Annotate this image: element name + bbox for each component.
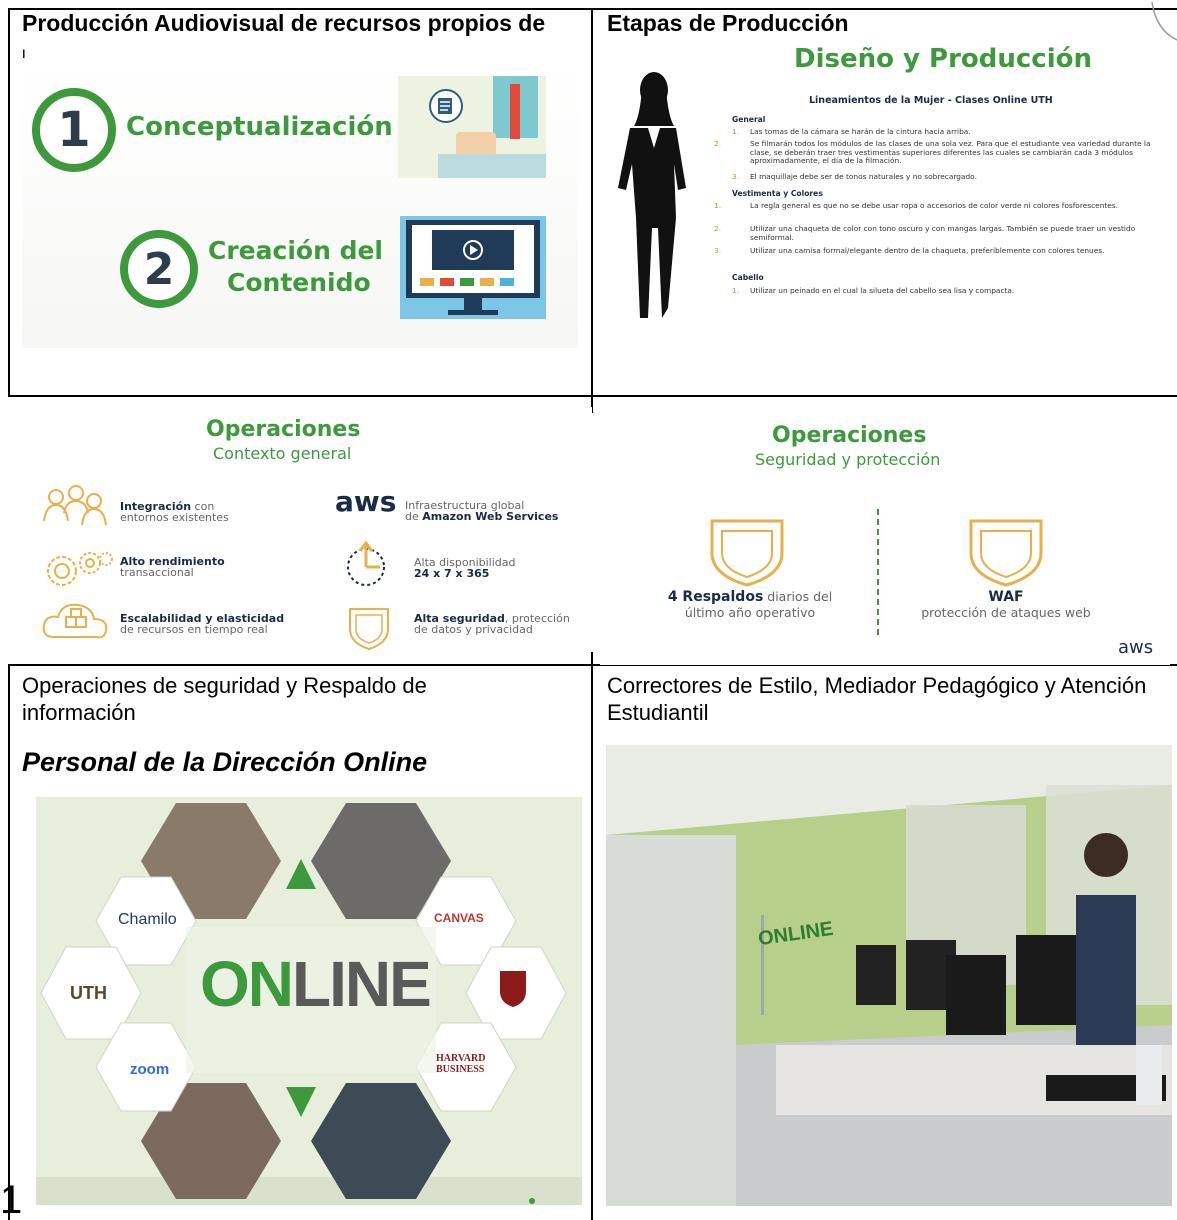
guideline-general-3: 3. El maquillaje debe ser de tonos natura… bbox=[732, 172, 977, 181]
logo-zoom: zoom bbox=[130, 1061, 170, 1078]
page-mark: 1 bbox=[0, 1178, 23, 1220]
logo-uth: UTH bbox=[70, 983, 107, 1003]
section-heading-hair: Cabello bbox=[732, 273, 764, 282]
aws-logo: aws bbox=[335, 485, 397, 518]
corner-arc bbox=[1151, 1, 1177, 41]
backup-label: 4 Respaldos diarios del último año operat… bbox=[667, 589, 833, 620]
feature-integration: Integración con entornos existentes bbox=[120, 500, 229, 524]
feature-aws-infrastructure: Infraestructura global de Amazon Web Serv… bbox=[405, 499, 559, 523]
slide-design-production: Diseño y Producción Lineamientos de la M… bbox=[604, 40, 1170, 325]
step-1-label: Conceptualización bbox=[126, 112, 393, 142]
shield-icon bbox=[349, 608, 389, 651]
design-title: Diseño y Producción bbox=[794, 44, 1092, 74]
aws-logo-small: aws bbox=[1118, 637, 1154, 658]
online-sign-line: LINE bbox=[292, 948, 432, 1020]
cloud-boxes-icon bbox=[42, 603, 108, 639]
photo-office: ONLINE bbox=[606, 745, 1172, 1206]
section-heading-clothing: Vestimenta y Colores bbox=[732, 189, 823, 198]
table-divider-horizontal-1 bbox=[8, 395, 1177, 397]
slide-operations-context: Operaciones Contexto general Integración… bbox=[22, 407, 592, 651]
security-subtitle: Seguridad y protección bbox=[755, 450, 941, 469]
waf-shield-icon bbox=[969, 519, 1043, 587]
table-border-left bbox=[8, 8, 10, 396]
step-2-number: 2 bbox=[143, 243, 175, 295]
caption-security-operations: Operaciones de seguridad y Respaldo de i… bbox=[22, 673, 427, 725]
waf-label: WAF protección de ataques web bbox=[921, 589, 1091, 620]
logo-chamilo: Chamilo bbox=[118, 911, 177, 928]
guideline-general-1: 1. Las tomas de la cámara se harán de la … bbox=[732, 127, 971, 136]
logo-canvas: CANVAS bbox=[434, 911, 484, 925]
video-monitor-illustration bbox=[400, 216, 546, 319]
step-1-number: 1 bbox=[57, 102, 91, 158]
online-sign-on: ON bbox=[200, 948, 294, 1020]
step-1-badge: 1 bbox=[32, 88, 116, 172]
security-title: Operaciones bbox=[772, 423, 927, 448]
section-heading-general: General bbox=[732, 115, 766, 124]
slide-operations-security: Operaciones Seguridad y protección 4 Res… bbox=[600, 413, 1170, 665]
feature-scalability: Escalabilidad y elasticidad de recursos e… bbox=[120, 612, 285, 636]
backup-shield-icon bbox=[710, 519, 784, 587]
cell-title-production: Producción Audiovisual de recursos propi… bbox=[22, 10, 546, 36]
crest-icon bbox=[500, 971, 526, 1007]
step-2-label-line2: Contenido bbox=[227, 268, 371, 297]
typing-illustration bbox=[398, 76, 546, 178]
clock-icon bbox=[347, 540, 385, 586]
online-sign: ONLINE bbox=[200, 947, 432, 1021]
table-divider-vertical-bottom bbox=[591, 652, 593, 1220]
slide-conceptualization: 1 Conceptualización 2 Creación del Conte… bbox=[22, 58, 578, 348]
operations-title: Operaciones bbox=[206, 417, 361, 442]
operations-subtitle: Contexto general bbox=[213, 444, 352, 463]
design-subtitle: Lineamientos de la Mujer - Clases Online… bbox=[809, 95, 1053, 106]
table-divider-vertical-top bbox=[591, 8, 593, 413]
security-divider bbox=[877, 509, 879, 635]
table-border-left-bottom bbox=[8, 664, 10, 1220]
guideline-general-2: 2. Se filmarán todos los módulos de las c… bbox=[714, 139, 1151, 166]
logo-harvard: HARVARD BUSINESS bbox=[436, 1053, 486, 1075]
feature-security: Alta seguridad, protección de datos y pri… bbox=[414, 612, 570, 636]
heading-online-staff: Personal de la Dirección Online bbox=[22, 747, 428, 777]
caption-style-correctors: Correctores de Estilo, Mediador Pedagógi… bbox=[607, 673, 1147, 725]
feature-performance: Alto rendimiento transaccional bbox=[120, 555, 225, 579]
step-2-label-line1: Creación del bbox=[208, 236, 383, 265]
gears-icon bbox=[47, 552, 113, 586]
guideline-clothing-2: 2. Utilizar una chaqueta de color con ton… bbox=[714, 224, 1136, 242]
feature-availability: Alta disponibilidad 24 x 7 x 365 bbox=[414, 556, 516, 580]
cell-title-stages: Etapas de Producción bbox=[607, 10, 849, 36]
people-icon bbox=[43, 485, 107, 526]
guideline-clothing-3: 3. Utilizar una camisa formal/elegante de… bbox=[714, 246, 1105, 255]
photo-online-wall: ONLINE Chamilo CANVAS UTH zoom HARVARD B… bbox=[36, 797, 582, 1205]
guideline-hair-1: 1. Utilizar un peinado en el cual la silu… bbox=[732, 286, 1015, 295]
step-2-badge: 2 bbox=[120, 230, 198, 308]
woman-silhouette-icon bbox=[618, 72, 686, 318]
guideline-clothing-1: 1. La regla general es que no se debe usa… bbox=[714, 201, 1119, 210]
